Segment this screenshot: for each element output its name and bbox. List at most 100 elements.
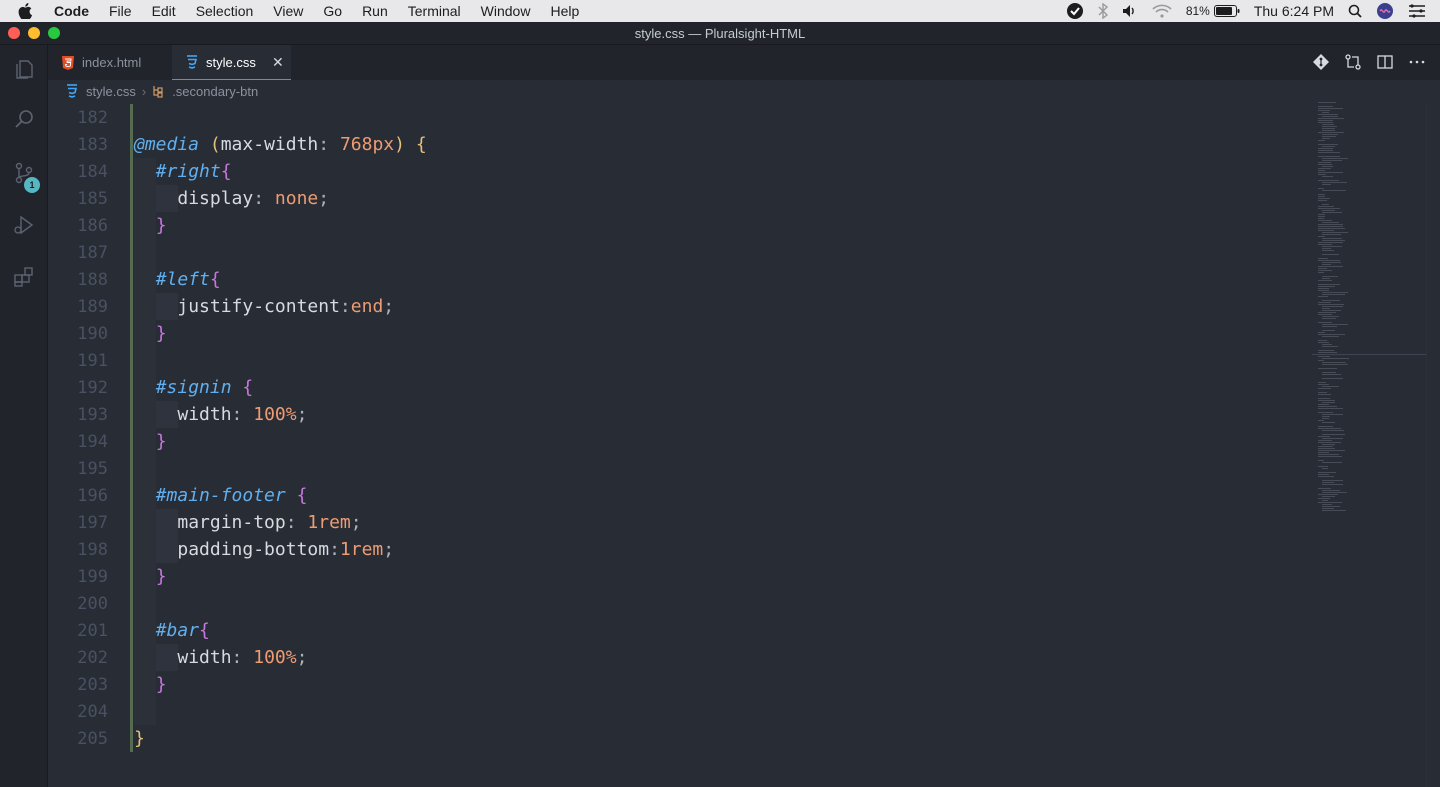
volume-icon[interactable] <box>1122 4 1138 18</box>
tab-style-css[interactable]: style.css ✕ <box>172 45 291 80</box>
git-open-changes-icon[interactable] <box>1312 53 1330 71</box>
wifi-icon[interactable] <box>1152 4 1172 18</box>
code-text: #left{ <box>155 269 221 290</box>
minimap-line <box>1322 378 1343 379</box>
menu-window[interactable]: Window <box>481 0 531 22</box>
line-number: 190 <box>77 323 108 344</box>
source-control-icon[interactable]: 1 <box>0 149 48 197</box>
code-line: 203 } <box>48 671 1312 698</box>
minimap-line <box>1322 138 1330 139</box>
minimap-line <box>1318 460 1324 461</box>
battery-indicator[interactable]: 81% <box>1186 4 1240 18</box>
breadcrumb-symbol[interactable]: .secondary-btn <box>172 84 258 99</box>
code-line: 186 } <box>48 212 1312 239</box>
explorer-icon[interactable] <box>0 45 48 93</box>
compare-changes-icon[interactable] <box>1344 53 1362 71</box>
minimap[interactable] <box>1312 102 1426 787</box>
minimap-line <box>1322 234 1341 235</box>
minimap-line <box>1318 226 1343 227</box>
code-line: 198 padding-bottom:1rem; <box>48 536 1312 563</box>
menubar-clock[interactable]: Thu 6:24 PM <box>1254 3 1334 19</box>
zoom-window-button[interactable] <box>48 27 60 39</box>
minimap-line <box>1322 128 1335 129</box>
minimap-line <box>1322 250 1334 251</box>
menu-terminal[interactable]: Terminal <box>408 0 461 22</box>
siri-icon[interactable] <box>1376 2 1394 20</box>
minimap-line <box>1318 148 1333 149</box>
battery-percent: 81% <box>1185 4 1210 18</box>
minimap-line <box>1318 350 1334 351</box>
minimap-line <box>1322 310 1341 311</box>
code-editor[interactable]: 182 183 @media (max-width: 768px) { 184 … <box>48 104 1312 787</box>
search-icon[interactable] <box>0 96 48 144</box>
code-text: } <box>155 215 167 236</box>
apple-icon[interactable] <box>18 3 40 19</box>
minimap-line <box>1318 132 1344 133</box>
menu-view[interactable]: View <box>273 0 303 22</box>
minimap-line <box>1322 422 1335 423</box>
minimap-line <box>1322 508 1334 509</box>
minimap-line <box>1322 166 1333 167</box>
close-window-button[interactable] <box>8 27 20 39</box>
chevron-right-icon: › <box>141 83 147 99</box>
minimap-line <box>1322 416 1330 417</box>
minimap-line <box>1322 232 1348 233</box>
menu-edit[interactable]: Edit <box>152 0 176 22</box>
minimap-line <box>1322 134 1338 135</box>
code-text: @media (max-width: 768px) { <box>134 134 427 155</box>
css-file-icon <box>66 84 80 98</box>
run-debug-icon[interactable] <box>0 201 48 249</box>
menu-file[interactable]: File <box>109 0 132 22</box>
menu-app-code[interactable]: Code <box>54 0 89 22</box>
minimap-line <box>1318 164 1332 165</box>
minimap-line <box>1322 124 1334 125</box>
minimap-line <box>1318 270 1332 271</box>
minimap-line <box>1322 324 1348 325</box>
minimap-line <box>1318 446 1333 447</box>
minimap-line <box>1318 322 1332 323</box>
close-tab-icon[interactable]: ✕ <box>270 54 286 71</box>
minimap-line <box>1322 496 1335 497</box>
line-number: 187 <box>77 242 108 263</box>
code-line: 185 display: none; <box>48 185 1312 212</box>
vertical-scrollbar[interactable] <box>1426 102 1440 787</box>
extensions-icon[interactable] <box>0 253 48 301</box>
minimap-line <box>1318 156 1340 157</box>
breadcrumb-file[interactable]: style.css <box>86 84 136 99</box>
minimap-line <box>1318 106 1333 107</box>
menu-selection[interactable]: Selection <box>196 0 254 22</box>
line-number: 201 <box>77 620 108 641</box>
split-editor-icon[interactable] <box>1376 53 1394 71</box>
menu-go[interactable]: Go <box>323 0 342 22</box>
minimap-line <box>1322 112 1329 113</box>
code-text: } <box>155 323 167 344</box>
minimap-line <box>1318 356 1330 357</box>
menu-help[interactable]: Help <box>550 0 579 22</box>
code-text: justify-content:end; <box>177 296 395 317</box>
more-actions-icon[interactable] <box>1408 53 1426 71</box>
bluetooth-icon[interactable] <box>1098 3 1108 19</box>
minimap-line <box>1318 448 1335 449</box>
minimap-line <box>1318 180 1339 181</box>
minimize-window-button[interactable] <box>28 27 40 39</box>
minimap-line <box>1318 488 1331 489</box>
control-center-icon[interactable] <box>1408 4 1426 18</box>
line-number: 194 <box>77 431 108 452</box>
minimap-line <box>1322 136 1336 137</box>
minimap-line <box>1322 184 1331 185</box>
line-number: 203 <box>77 674 108 695</box>
minimap-line <box>1318 244 1332 245</box>
minimap-line <box>1318 214 1325 215</box>
activity-bar: 1 <box>0 45 48 787</box>
minimap-line <box>1318 400 1335 401</box>
minimap-line <box>1318 196 1325 197</box>
minimap-line <box>1322 116 1338 117</box>
tab-index-html[interactable]: index.html <box>48 45 172 80</box>
spotlight-search-icon[interactable] <box>1348 4 1362 18</box>
shield-check-icon[interactable] <box>1066 2 1084 20</box>
minimap-line <box>1322 444 1335 445</box>
menu-run[interactable]: Run <box>362 0 388 22</box>
line-number: 191 <box>77 350 108 371</box>
minimap-line <box>1318 452 1329 453</box>
minimap-line <box>1322 330 1335 331</box>
